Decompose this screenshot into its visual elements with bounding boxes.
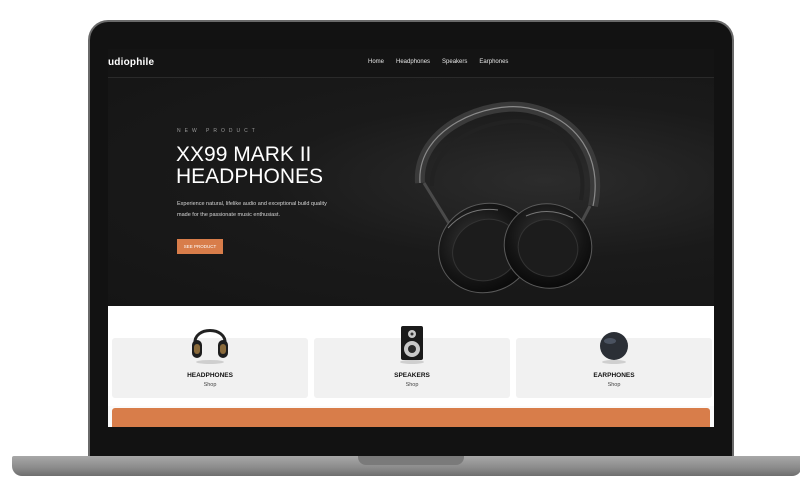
category-title-speakers: SPEAKERS — [394, 372, 430, 379]
site-logo[interactable]: udiophile — [108, 57, 154, 68]
category-title-earphones: EARPHONES — [593, 372, 635, 379]
hero-title: XX99 MARK II HEADPHONES — [176, 143, 324, 188]
hero-section: NEW PRODUCT XX99 MARK II HEADPHONES Expe… — [108, 78, 714, 306]
category-shop-link-speakers[interactable]: Shop — [314, 382, 510, 388]
category-card-headphones[interactable]: HEADPHONES Shop — [112, 329, 308, 398]
category-section: HEADPHONES Shop SPEAKERS Shop EARPHONES — [108, 306, 714, 406]
hero-headphones-image — [414, 101, 601, 294]
earphones-icon — [600, 332, 628, 364]
category-shop-link-headphones[interactable]: Shop — [112, 382, 308, 388]
nav-link-headphones[interactable]: Headphones — [396, 59, 430, 65]
see-product-button[interactable]: SEE PRODUCT — [177, 239, 223, 254]
speaker-promo-image — [290, 421, 370, 427]
category-card-earphones[interactable]: EARPHONES Shop — [516, 332, 712, 398]
nav-link-home[interactable]: Home — [368, 59, 384, 65]
hero-description: Experience natural, lifelike audio and e… — [177, 201, 327, 218]
category-title-headphones: HEADPHONES — [187, 372, 233, 379]
nav-link-speakers[interactable]: Speakers — [442, 59, 467, 65]
category-shop-link-earphones[interactable]: Shop — [516, 382, 712, 388]
category-card-speakers[interactable]: SPEAKERS Shop — [314, 326, 510, 398]
top-navbar: udiophile Home Headphones Speakers Earph… — [108, 49, 714, 78]
nav-links: Home Headphones Speakers Earphones — [368, 59, 508, 65]
browser-screen: udiophile Home Headphones Speakers Earph… — [108, 49, 714, 427]
speaker-icon — [400, 326, 424, 364]
laptop-notch — [358, 456, 464, 465]
headphones-icon — [192, 329, 228, 364]
nav-link-earphones[interactable]: Earphones — [479, 59, 508, 65]
hero-eyebrow: NEW PRODUCT — [177, 128, 259, 134]
promo-banner — [112, 408, 710, 427]
